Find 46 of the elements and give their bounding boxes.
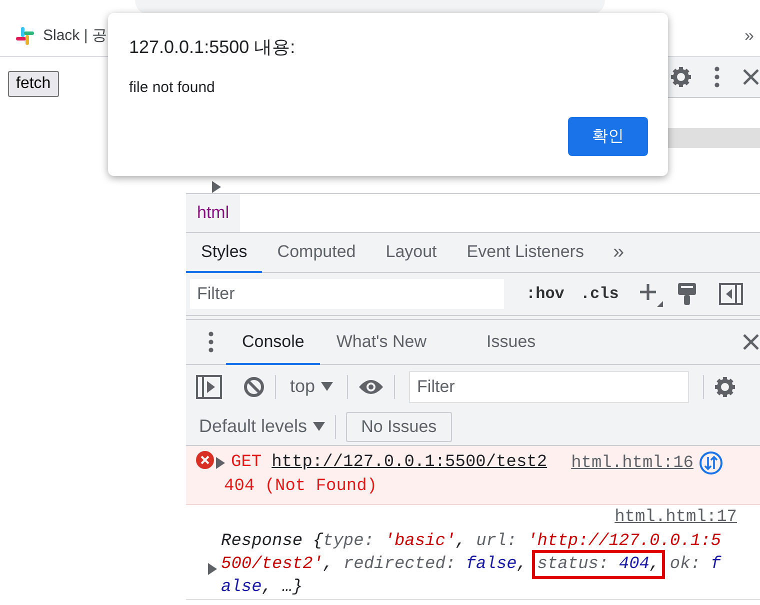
fetch-button[interactable]: fetch	[8, 71, 59, 97]
style-toggle-button[interactable]: :hov	[518, 285, 572, 303]
breadcrumb-item[interactable]: html	[186, 194, 240, 232]
bookmark-label[interactable]: Slack | 공	[43, 26, 107, 45]
more-options-icon[interactable]	[208, 331, 214, 353]
drawer-tab[interactable]: What's New	[320, 320, 443, 365]
levels-dropdown[interactable]: Default levels	[199, 416, 326, 437]
settings-icon[interactable]	[714, 376, 736, 398]
caret-icon	[321, 382, 334, 391]
source-link[interactable]: html.html:16	[571, 454, 694, 472]
close-icon[interactable]	[742, 68, 760, 86]
expand-arrow-icon[interactable]	[208, 563, 217, 575]
more-tabs-button[interactable]: »	[598, 241, 624, 264]
dialog-title: 127.0.0.1:5500 내용:	[129, 36, 296, 59]
expand-arrow-icon[interactable]	[212, 181, 221, 193]
dialog-message: file not found	[129, 79, 216, 96]
request-method: GET	[231, 452, 262, 474]
style-toggle-button[interactable]: .cls	[572, 285, 627, 303]
bookmarks-overflow[interactable]: »	[744, 26, 754, 46]
styles-filter-field[interactable]: Filter	[190, 279, 504, 309]
request-url-link[interactable]: http://127.0.0.1:5500/test2	[272, 451, 548, 475]
source-link[interactable]: html.html:17	[614, 506, 737, 530]
drawer-tab[interactable]: Issues	[470, 320, 552, 365]
caret-icon	[313, 422, 326, 431]
sidebar-tab[interactable]: Event Listeners	[452, 233, 599, 273]
hash-logo-icon	[15, 26, 35, 46]
ok-button[interactable]: 확인	[568, 117, 648, 156]
clear-console-icon[interactable]	[243, 376, 265, 398]
close-icon[interactable]	[742, 333, 760, 351]
sidebar-toggle-icon[interactable]	[718, 283, 743, 305]
paint-brush-icon[interactable]	[676, 282, 697, 306]
network-icon[interactable]	[699, 451, 724, 475]
console-filter-field[interactable]: Filter	[409, 370, 690, 402]
sidebar-tab[interactable]: Layout	[370, 233, 452, 273]
highlight-box: status: 404,	[532, 550, 665, 579]
object-preview[interactable]: Response {type: 'basic', url: 'http://127.0.0.1:5500/test2', redirected: false, status: 404, ok: false, …}	[221, 530, 727, 599]
error-icon	[196, 451, 214, 469]
settings-icon[interactable]	[670, 66, 692, 88]
sidebar-toggle-icon[interactable]	[196, 374, 222, 398]
eye-icon[interactable]	[358, 378, 384, 394]
expand-arrow-icon[interactable]	[216, 457, 225, 469]
context-dropdown[interactable]: top	[286, 376, 338, 397]
more-options-icon[interactable]	[714, 66, 720, 88]
issues-button[interactable]: No Issues	[346, 412, 452, 442]
sidebar-tab[interactable]: Computed	[262, 233, 371, 273]
error-status-text: 404 (Not Found)	[224, 476, 378, 498]
